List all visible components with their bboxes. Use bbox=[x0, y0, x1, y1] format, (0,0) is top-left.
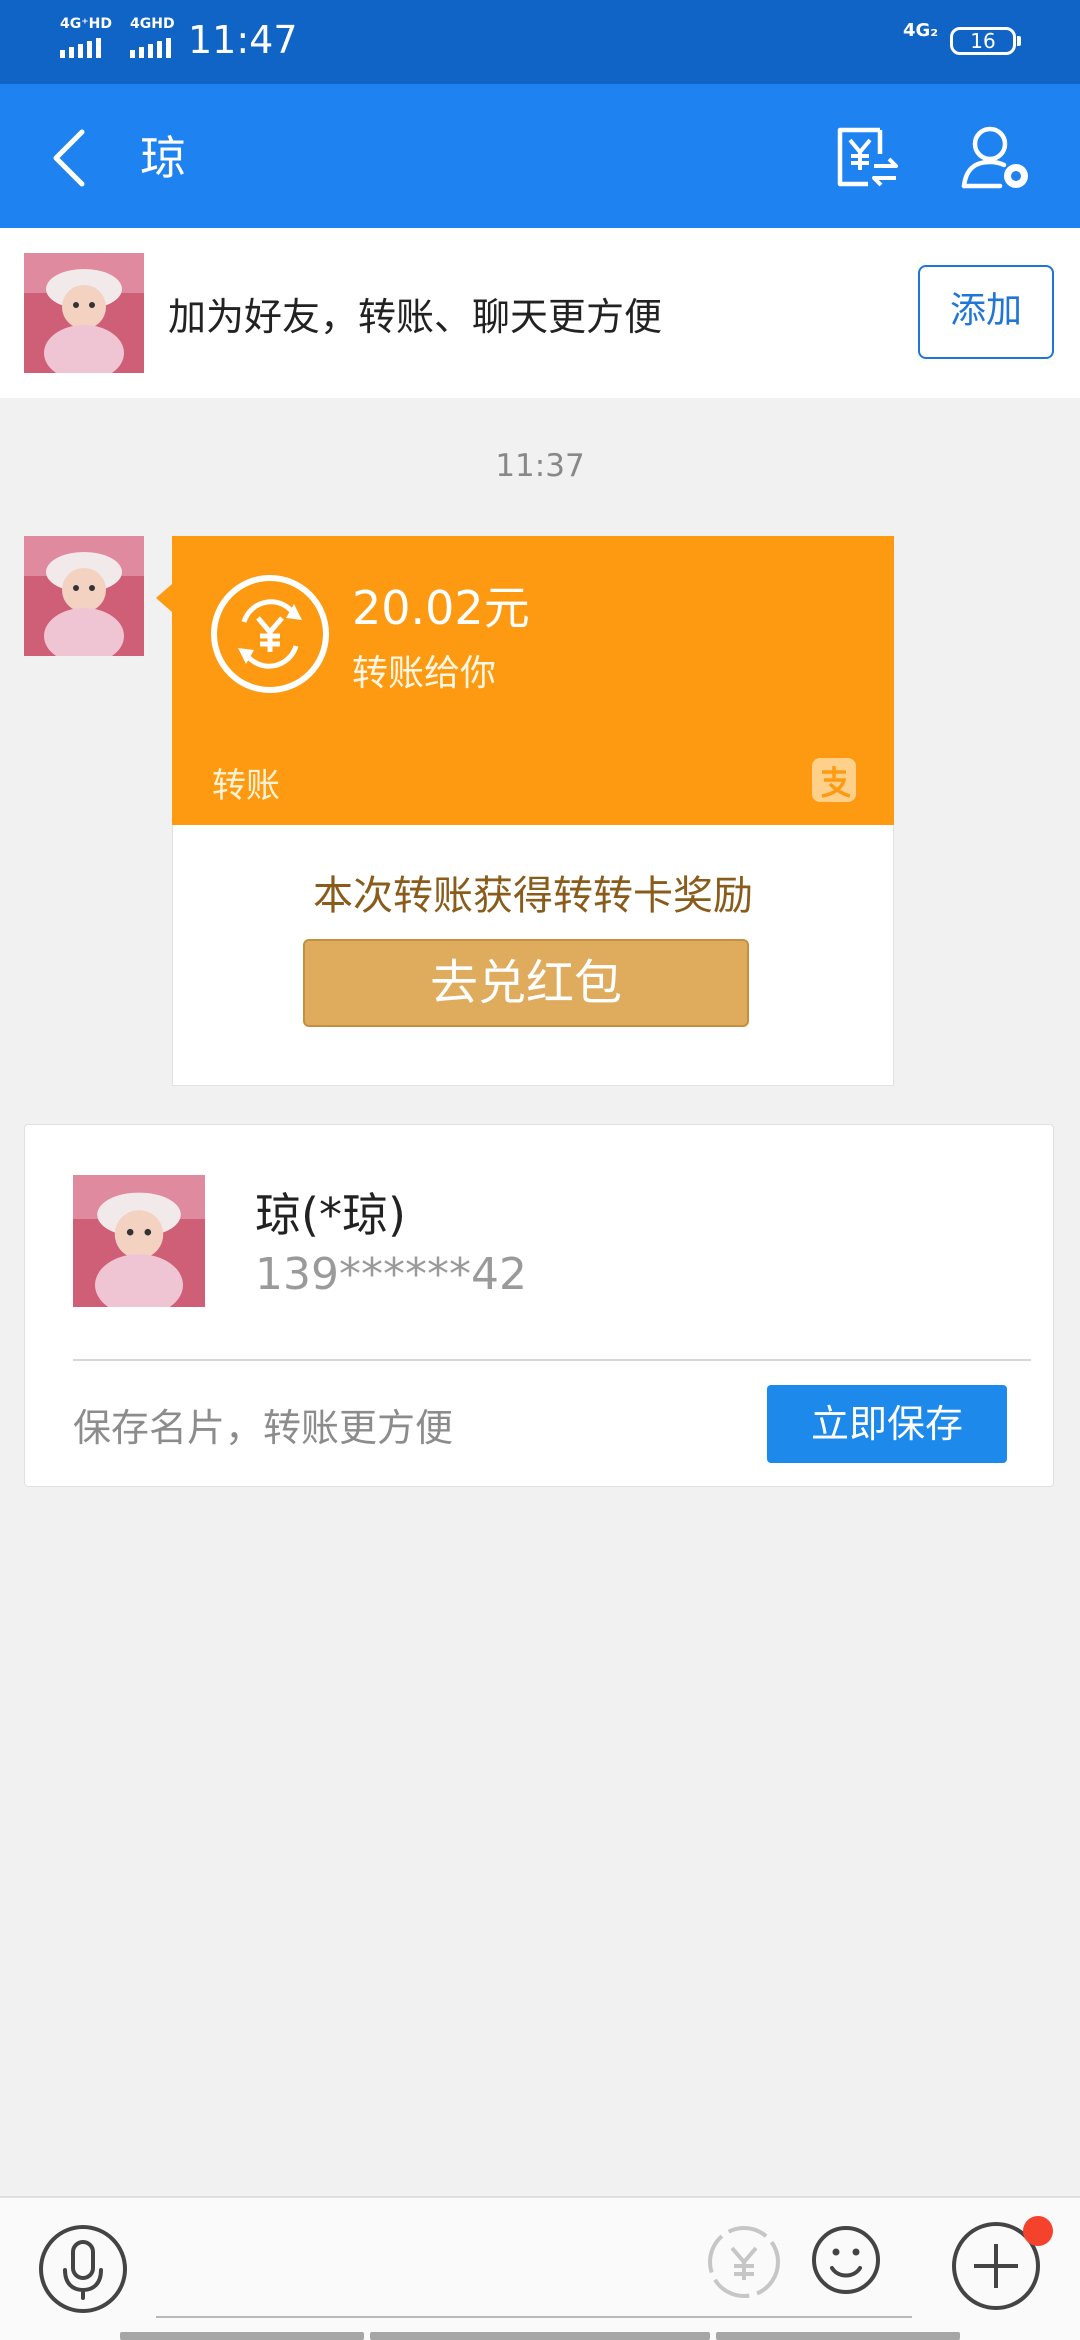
status-time: 11:47 bbox=[188, 18, 298, 62]
battery-icon: 16 bbox=[950, 27, 1021, 55]
yuan-transfer-icon[interactable] bbox=[834, 124, 900, 190]
back-chevron-icon[interactable] bbox=[50, 128, 90, 188]
contact-card: 琼(*琼) 139******42 保存名片，转账更方便 立即保存 bbox=[24, 1124, 1054, 1487]
message-input[interactable] bbox=[156, 2316, 912, 2318]
contact-name: 琼(*琼) bbox=[255, 1188, 406, 1242]
nav-indicator bbox=[120, 2332, 364, 2340]
yuan-icon[interactable] bbox=[706, 2224, 782, 2300]
save-now-button[interactable]: 立即保存 bbox=[767, 1385, 1007, 1463]
status-bar: 4G⁺HD 4GHD 11:47 4G₂ 16 bbox=[0, 0, 1080, 84]
nav-indicator bbox=[716, 2332, 960, 2340]
network-type-2: 4GHD bbox=[130, 16, 175, 32]
transfer-yuan-icon bbox=[211, 575, 329, 693]
avatar[interactable] bbox=[24, 253, 144, 373]
contact-avatar[interactable] bbox=[73, 1175, 205, 1307]
redeem-red-packet-button[interactable]: 去兑红包 bbox=[303, 939, 749, 1027]
transfer-amount: 20.02元 bbox=[352, 581, 530, 635]
microphone-icon[interactable] bbox=[38, 2224, 128, 2314]
add-friend-hint: 加为好友，转账、聊天更方便 bbox=[168, 295, 663, 339]
input-bar bbox=[0, 2196, 1080, 2340]
add-friend-button[interactable]: 添加 bbox=[918, 265, 1054, 359]
nav-indicator bbox=[370, 2332, 710, 2340]
add-friend-banner: 加为好友，转账、聊天更方便 添加 bbox=[0, 228, 1080, 398]
network-right-indicator: 4G₂ bbox=[903, 20, 939, 41]
page-title: 琼 bbox=[140, 131, 186, 185]
transfer-subtitle: 转账给你 bbox=[352, 653, 497, 694]
sender-avatar[interactable] bbox=[24, 536, 144, 656]
reward-text: 本次转账获得转转卡奖励 bbox=[313, 873, 753, 919]
nav-bar: 琼 bbox=[0, 84, 1080, 228]
transfer-message-card[interactable]: 20.02元 转账给你 转账 本次转账获得转转卡奖励 去兑红包 bbox=[172, 536, 894, 1086]
save-card-hint: 保存名片，转账更方便 bbox=[73, 1406, 454, 1450]
bubble-tail bbox=[156, 584, 172, 612]
transfer-card-header[interactable]: 20.02元 转账给你 转账 bbox=[172, 536, 894, 825]
transfer-label: 转账 bbox=[212, 766, 280, 806]
network-type-1: 4G⁺HD bbox=[60, 16, 112, 32]
message-timestamp: 11:37 bbox=[495, 448, 585, 484]
alipay-icon bbox=[812, 758, 856, 802]
battery-level: 16 bbox=[970, 29, 996, 53]
divider bbox=[73, 1359, 1031, 1361]
contact-phone: 139******42 bbox=[255, 1249, 527, 1300]
contact-settings-icon[interactable] bbox=[960, 122, 1032, 192]
notification-dot bbox=[1023, 2216, 1053, 2246]
emoji-icon[interactable] bbox=[810, 2224, 882, 2296]
